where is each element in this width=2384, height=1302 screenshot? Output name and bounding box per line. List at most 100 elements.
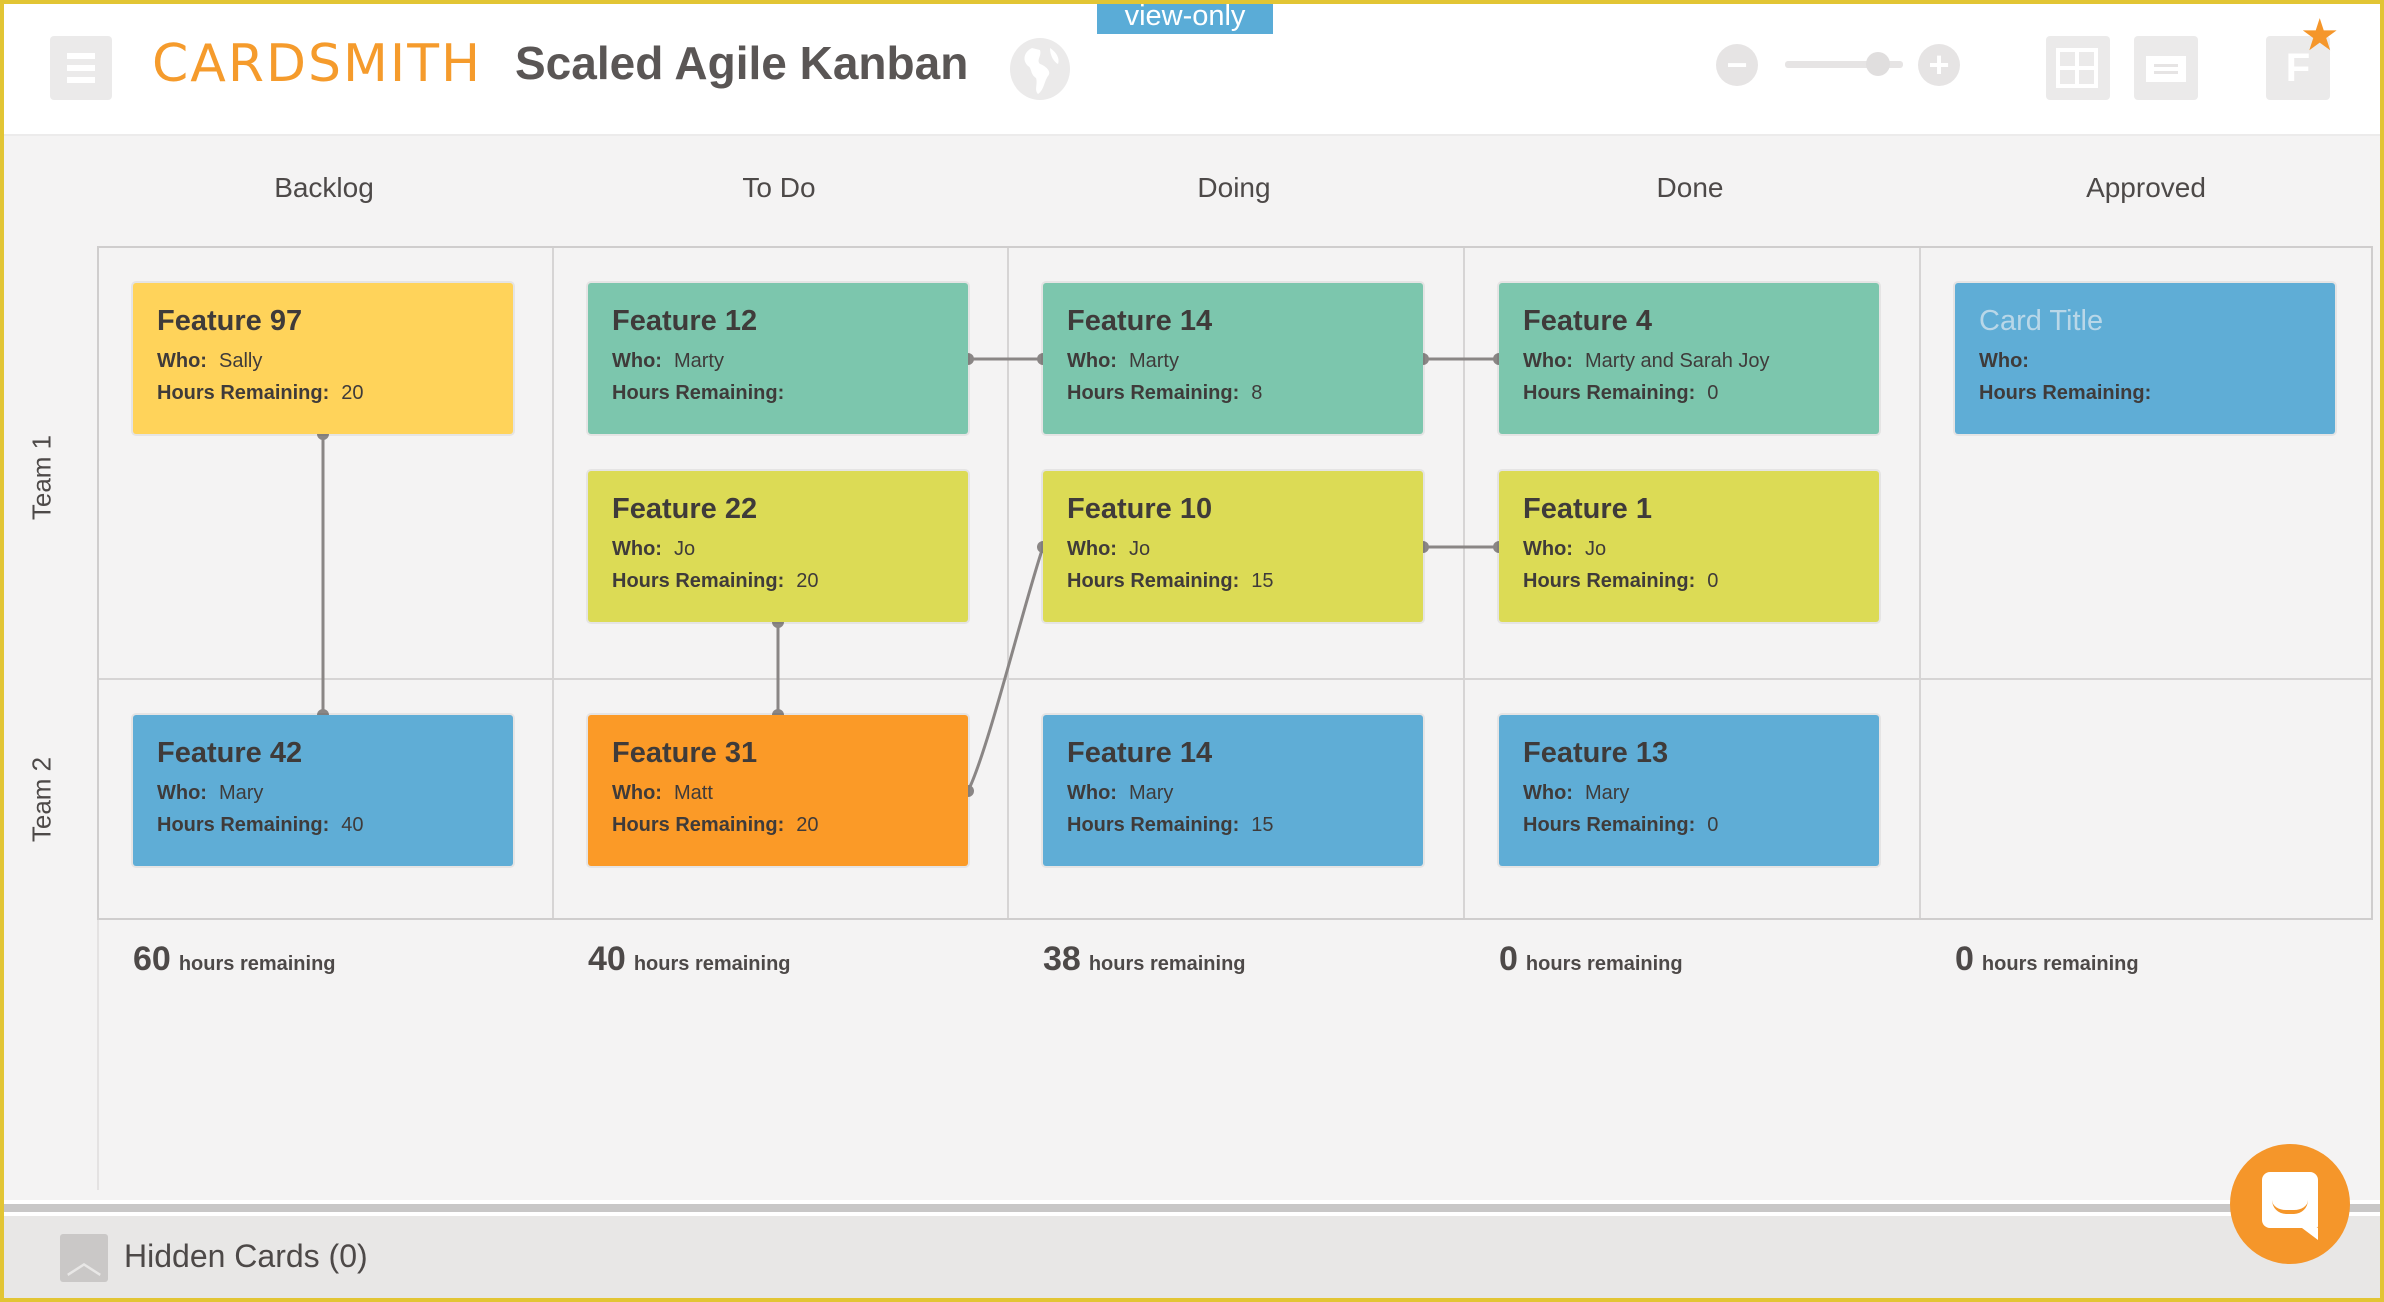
card-title: Feature 13 — [1523, 737, 1669, 769]
column-header-doing: Doing — [1197, 172, 1271, 203]
card-title: Feature 14 — [1067, 737, 1213, 769]
card-who: Who: Jo — [612, 538, 944, 561]
who-label: Who: — [1523, 350, 1573, 372]
column-total: 40 hours remaining — [588, 940, 791, 979]
cardsmith-logo[interactable]: CARDSMITH — [152, 34, 482, 94]
who-value: Jo — [1584, 538, 1607, 560]
card-f1[interactable]: Feature 1 Who: Jo Hours Remaining: 0 — [1499, 471, 1879, 622]
total-hours-label: hours remaining — [1981, 953, 2139, 975]
who-label: Who: — [612, 350, 662, 372]
zoom-slider[interactable] — [1785, 52, 1903, 76]
card-hours: Hours Remaining: 15 — [1067, 570, 1399, 593]
card-title: Feature 97 — [157, 305, 303, 337]
card-hours: Hours Remaining: 20 — [157, 382, 489, 405]
card-hours: Hours Remaining: — [612, 382, 944, 405]
who-label: Who: — [1067, 782, 1117, 804]
menu-icon-bar — [67, 77, 95, 83]
who-label: Who: — [1523, 538, 1573, 560]
card-hours: Hours Remaining: 15 — [1067, 814, 1399, 837]
who-label: Who: — [157, 782, 207, 804]
card-who: Who: Mary — [1067, 782, 1399, 805]
hours-label: Hours Remaining: — [612, 382, 785, 404]
who-value: Jo — [1128, 538, 1151, 560]
card-view-icon — [2146, 56, 2186, 82]
card-f10[interactable]: Feature 10 Who: Jo Hours Remaining: 15 — [1043, 471, 1423, 622]
card-who: Who: Marty and Sarah Joy — [1523, 350, 1855, 373]
total-hours-label: hours remaining — [1088, 953, 1246, 975]
hours-value: 0 — [1707, 814, 1719, 836]
total-hours-label: hours remaining — [178, 953, 336, 975]
board-title: Scaled Agile Kanban — [515, 37, 969, 89]
app-header: CARDSMITH Scaled Agile Kanban view-only … — [0, 0, 2384, 136]
column-divider — [1007, 248, 1009, 918]
hours-label: Hours Remaining: — [1067, 570, 1240, 592]
card-f4[interactable]: Feature 4 Who: Marty and Sarah Joy Hours Re… — [1499, 283, 1879, 434]
card-f97[interactable]: Feature 97 Who: Sally Hours Remaining: 20 — [133, 283, 513, 434]
menu-button[interactable] — [50, 36, 112, 100]
who-value: Marty — [673, 350, 724, 372]
who-label: Who: — [1523, 782, 1573, 804]
chat-button[interactable] — [2230, 1144, 2350, 1264]
hours-value: 20 — [796, 570, 819, 592]
column-divider — [1463, 248, 1465, 918]
column-header-to-do: To Do — [742, 172, 816, 203]
expand-hidden-cards-button[interactable]: ︿ — [60, 1234, 108, 1282]
hours-value: 15 — [1251, 814, 1274, 836]
total-hours-value: 0 — [1499, 940, 1518, 978]
menu-icon — [67, 53, 95, 59]
card-who: Who: Marty — [1067, 350, 1399, 373]
grid-view-button[interactable] — [2046, 36, 2110, 100]
menu-icon-bar — [67, 65, 95, 71]
who-label: Who: — [612, 782, 662, 804]
card-title: Feature 14 — [1067, 305, 1213, 337]
globe-icon[interactable] — [1010, 38, 1070, 100]
zoom-in-button[interactable]: + — [1918, 44, 1960, 86]
who-label: Who: — [1067, 538, 1117, 560]
zoom-out-icon: − — [1726, 44, 1748, 85]
hours-value: 20 — [796, 814, 819, 836]
star-icon[interactable]: ★ — [2300, 14, 2339, 58]
grid-view-icon — [2056, 48, 2098, 88]
card-who: Who: — [1979, 350, 2311, 373]
card-f12[interactable]: Feature 12 Who: Marty Hours Remaining: — [588, 283, 968, 434]
who-value: Sally — [218, 350, 263, 372]
chat-smile — [2272, 1200, 2308, 1214]
zoom-out-button[interactable]: − — [1716, 44, 1758, 86]
total-hours-label: hours remaining — [633, 953, 791, 975]
card-f31[interactable]: Feature 31 Who: Matt Hours Remaining: 20 — [588, 715, 968, 866]
card-f22[interactable]: Feature 22 Who: Jo Hours Remaining: 20 — [588, 471, 968, 622]
card-title: Feature 31 — [612, 737, 758, 769]
column-total: 0 hours remaining — [1499, 940, 1683, 979]
card-title: Feature 10 — [1067, 493, 1213, 525]
board-edge — [97, 920, 99, 1190]
total-hours-value: 38 — [1043, 940, 1081, 978]
hours-label: Hours Remaining: — [1067, 382, 1240, 404]
total-hours-label: hours remaining — [1525, 953, 1683, 975]
zoom-slider-thumb[interactable] — [1866, 52, 1891, 76]
hours-label: Hours Remaining: — [157, 814, 330, 836]
hours-label: Hours Remaining: — [612, 570, 785, 592]
card-who: Who: Sally — [157, 350, 489, 373]
column-header-backlog: Backlog — [274, 172, 374, 203]
card-f14b[interactable]: Feature 14 Who: Mary Hours Remaining: 15 — [1043, 715, 1423, 866]
card-hours: Hours Remaining: — [1979, 382, 2311, 405]
card-who: Who: Mary — [1523, 782, 1855, 805]
card-ct[interactable]: Card Title Who: Hours Remaining: — [1955, 283, 2335, 434]
card-view-button[interactable] — [2134, 36, 2198, 100]
hours-value: 40 — [341, 814, 364, 836]
who-value: Marty — [1128, 350, 1179, 372]
hours-value: 20 — [341, 382, 364, 404]
card-f42[interactable]: Feature 42 Who: Mary Hours Remaining: 40 — [133, 715, 513, 866]
hours-label: Hours Remaining: — [1523, 570, 1696, 592]
card-f13[interactable]: Feature 13 Who: Mary Hours Remaining: 0 — [1499, 715, 1879, 866]
hidden-cards-label[interactable]: Hidden Cards (0) — [124, 1238, 368, 1275]
total-hours-value: 0 — [1955, 940, 1974, 978]
card-hours: Hours Remaining: 0 — [1523, 382, 1855, 405]
column-total: 0 hours remaining — [1955, 940, 2139, 979]
card-hours: Hours Remaining: 40 — [157, 814, 489, 837]
hours-value: 0 — [1707, 570, 1719, 592]
horizontal-scrollbar[interactable] — [4, 1200, 2380, 1216]
card-f14a[interactable]: Feature 14 Who: Marty Hours Remaining: 8 — [1043, 283, 1423, 434]
hours-label: Hours Remaining: — [1523, 814, 1696, 836]
card-title: Feature 4 — [1523, 305, 1652, 337]
